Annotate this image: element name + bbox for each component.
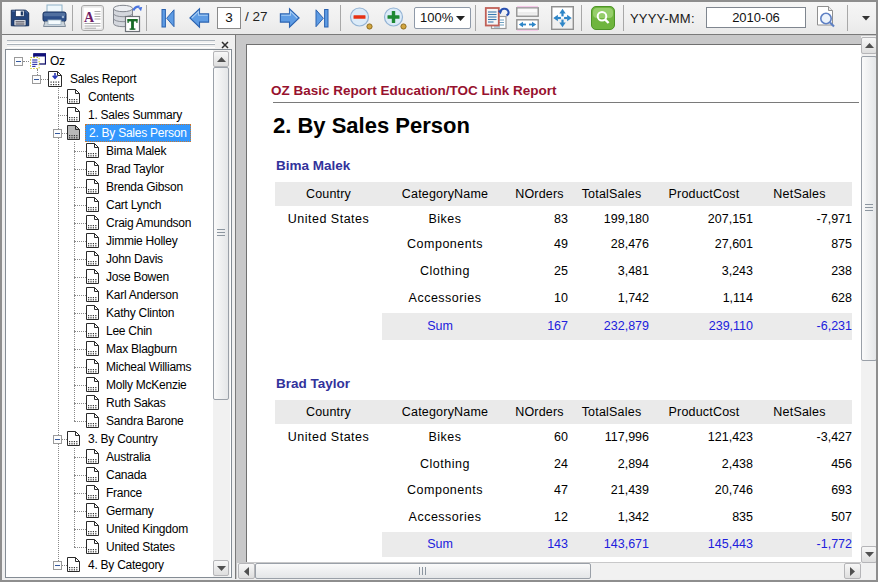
- svg-text:A: A: [84, 10, 95, 25]
